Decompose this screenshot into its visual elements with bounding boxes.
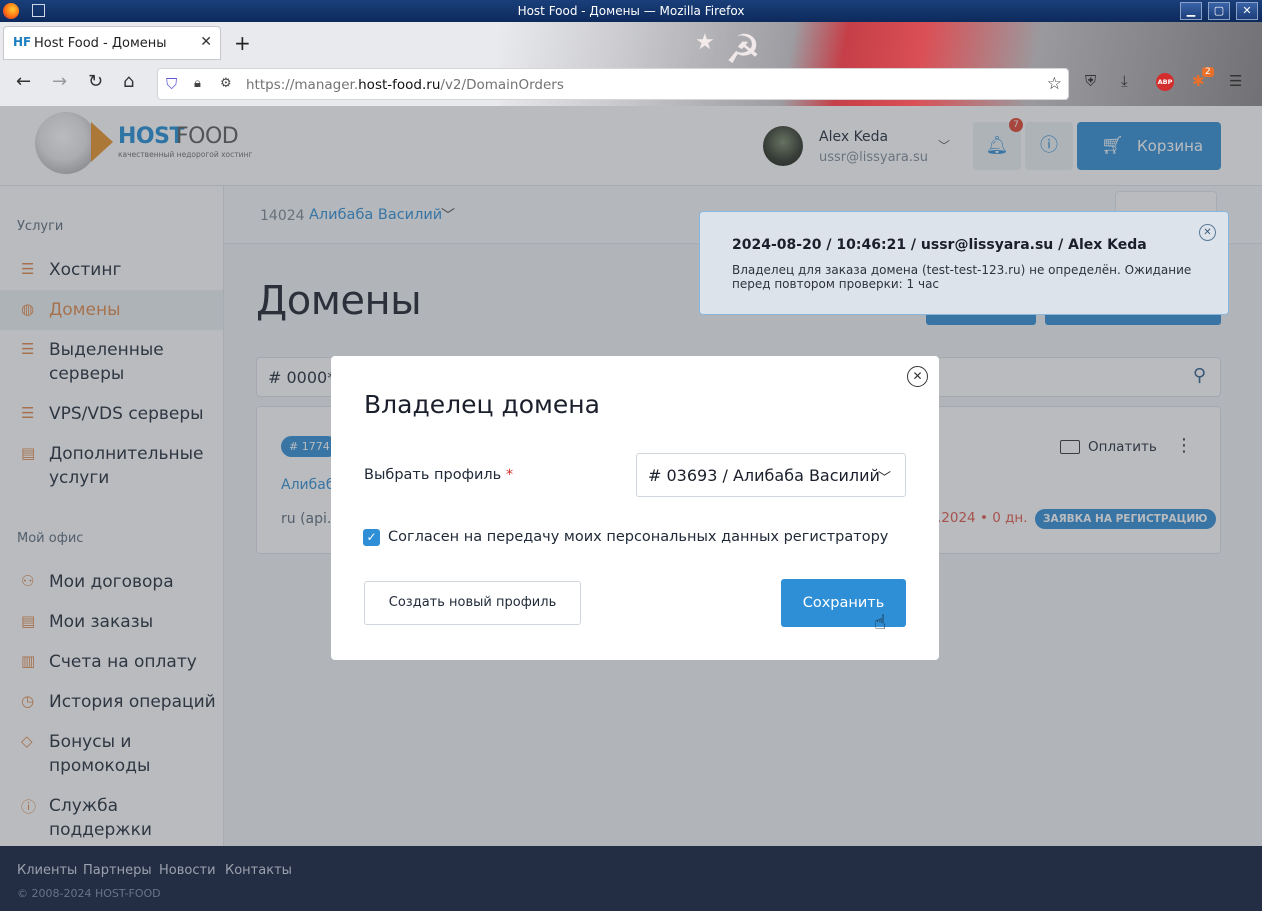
- chevron-down-icon: ﹀: [877, 471, 891, 486]
- star-icon: ★: [695, 30, 715, 55]
- pocket-icon[interactable]: ⛨: [1085, 72, 1096, 90]
- profile-select[interactable]: # 03693 / Алибаба Василий ﹀: [636, 453, 906, 497]
- address-bar[interactable]: ⛉ 🔒︎ ⚙ https://manager.host-food.ru/v2/D…: [157, 68, 1069, 100]
- maximize-button[interactable]: ▢: [1208, 2, 1230, 20]
- save-button[interactable]: Сохранить: [781, 579, 906, 627]
- home-button[interactable]: ⌂: [123, 73, 134, 91]
- menu-icon[interactable]: ☰: [1229, 72, 1242, 90]
- url-text[interactable]: https://manager.host-food.ru/v2/DomainOr…: [246, 77, 564, 93]
- bookmark-star-icon[interactable]: ☆: [1047, 74, 1062, 94]
- new-tab-button[interactable]: +: [234, 31, 251, 55]
- tab-favicon-icon: HF: [13, 35, 32, 49]
- create-profile-button[interactable]: Создать новый профиль: [364, 581, 581, 625]
- toast-message: Владелец для заказа домена (test-test-12…: [732, 263, 1192, 291]
- permissions-icon[interactable]: ⚙: [220, 76, 232, 91]
- browser-chrome: ★ ☭ HF Host Food - Домены ✕ + ← → ↻ ⌂ ⛉ …: [0, 22, 1262, 106]
- domain-owner-dialog: ✕ Владелец домена Выбрать профиль * # 03…: [331, 356, 939, 660]
- back-button[interactable]: ←: [16, 73, 31, 91]
- toast-header: 2024-08-20 / 10:46:21 / ussr@lissyara.su…: [732, 237, 1147, 253]
- browser-tab[interactable]: HF Host Food - Домены ✕: [3, 26, 221, 60]
- consent-checkbox[interactable]: ✓: [363, 529, 380, 546]
- minimize-button[interactable]: ▁: [1180, 2, 1202, 20]
- close-icon[interactable]: ✕: [1199, 224, 1216, 241]
- consent-label[interactable]: Согласен на передачу моих персональных д…: [388, 529, 888, 545]
- hand-cursor-icon: ☝: [874, 610, 887, 634]
- downloads-icon[interactable]: ⤓: [1121, 72, 1128, 90]
- forward-button[interactable]: →: [52, 73, 67, 91]
- tab-title: Host Food - Домены: [34, 36, 167, 51]
- close-window-button[interactable]: ✕: [1236, 2, 1258, 20]
- dialog-title: Владелец домена: [364, 390, 600, 419]
- extension-badge: 2: [1202, 67, 1214, 77]
- navigation-bar: ← → ↻ ⌂ ⛉ 🔒︎ ⚙ https://manager.host-food…: [0, 62, 1262, 106]
- window-titlebar: Host Food - Домены — Mozilla Firefox ▁ ▢…: [0, 0, 1262, 22]
- profile-selected-value: # 03693 / Алибаба Василий: [648, 466, 880, 485]
- window-title: Host Food - Домены — Mozilla Firefox: [517, 4, 745, 18]
- profile-label: Выбрать профиль *: [364, 467, 514, 483]
- reload-button[interactable]: ↻: [88, 73, 103, 91]
- adblock-icon[interactable]: ABP: [1156, 73, 1174, 91]
- close-icon[interactable]: ✕: [907, 366, 928, 387]
- lock-icon[interactable]: 🔒︎: [194, 76, 201, 91]
- notification-toast: ✕ 2024-08-20 / 10:46:21 / ussr@lissyara.…: [699, 211, 1229, 315]
- tab-close-icon[interactable]: ✕: [200, 34, 212, 50]
- tracking-shield-icon[interactable]: ⛉: [166, 75, 177, 93]
